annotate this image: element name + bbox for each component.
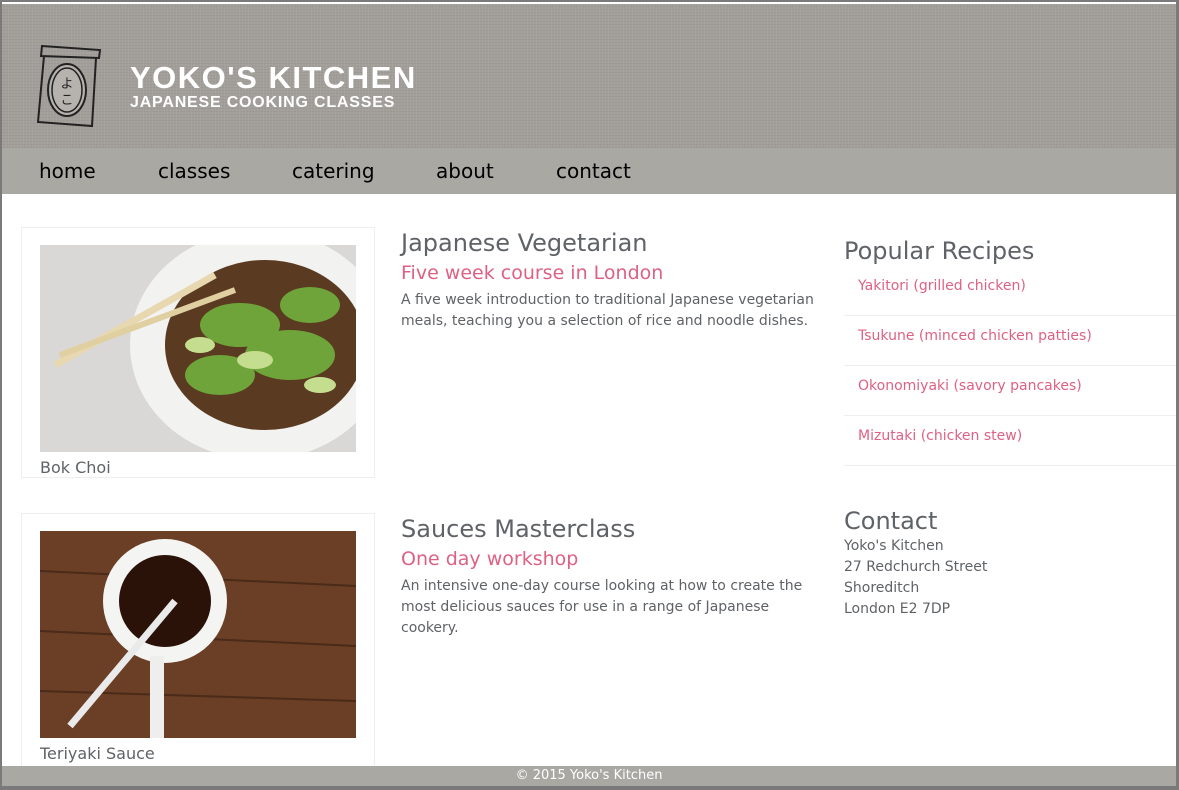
site-title: YOKO'S KITCHEN — [130, 60, 417, 95]
course-description: An intensive one-day course looking at h… — [401, 578, 803, 636]
nav-classes[interactable]: classes — [158, 159, 230, 183]
nav-about[interactable]: about — [436, 159, 494, 183]
contact-line: London E2 7DP — [844, 601, 951, 617]
site-subtitle: JAPANESE COOKING CLASSES — [130, 94, 396, 111]
popular-recipes: Popular Recipes Yakitori (grilled chicke… — [844, 236, 1176, 466]
course-title: Sauces Masterclass — [401, 515, 636, 543]
recipes-heading: Popular Recipes — [844, 237, 1035, 265]
svg-text:よ: よ — [60, 77, 73, 92]
recipe-link[interactable]: Tsukune (minced chicken patties) — [858, 328, 1092, 344]
nav-catering[interactable]: catering — [292, 159, 375, 183]
contact-section: Contact Yoko's Kitchen 27 Redchurch Stre… — [844, 506, 1176, 620]
image-caption: Bok Choi — [40, 458, 111, 477]
course-image-card: Teriyaki Sauce — [21, 513, 375, 773]
teriyaki-sauce-image — [40, 531, 356, 738]
course-subtitle: Five week course in London — [401, 262, 664, 284]
recipe-link[interactable]: Yakitori (grilled chicken) — [858, 278, 1026, 294]
footer: © 2015 Yoko's Kitchen — [2, 766, 1176, 786]
brand[interactable]: YOKO'S KITCHEN JAPANESE COOKING CLASSES — [130, 62, 417, 112]
header: よ こ YOKO'S KITCHEN JAPANESE COOKING CLAS… — [2, 4, 1176, 148]
contact-line: Yoko's Kitchen — [844, 538, 944, 554]
course-sauces-masterclass: Sauces Masterclass One day workshop An i… — [401, 515, 821, 639]
course-japanese-vegetarian: Japanese Vegetarian Five week course in … — [401, 229, 821, 332]
course-subtitle: One day workshop — [401, 548, 579, 570]
course-title: Japanese Vegetarian — [401, 229, 648, 257]
nav-home[interactable]: home — [39, 159, 96, 183]
main-nav: home classes catering about contact — [2, 148, 1176, 194]
contact-line: 27 Redchurch Street — [844, 559, 988, 575]
course-description: A five week introduction to traditional … — [401, 292, 814, 329]
list-item: Tsukune (minced chicken patties) — [844, 316, 1176, 366]
svg-text:こ: こ — [60, 93, 73, 108]
recipe-link[interactable]: Okonomiyaki (savory pancakes) — [858, 378, 1082, 394]
recipe-link[interactable]: Mizutaki (chicken stew) — [858, 428, 1022, 444]
contact-line: Shoreditch — [844, 580, 920, 596]
list-item: Mizutaki (chicken stew) — [844, 416, 1176, 466]
list-item: Yakitori (grilled chicken) — [844, 266, 1176, 316]
contact-heading: Contact — [844, 507, 938, 535]
nav-contact[interactable]: contact — [556, 159, 631, 183]
list-item: Okonomiyaki (savory pancakes) — [844, 366, 1176, 416]
logo-icon[interactable]: よ こ — [32, 42, 104, 130]
course-image-card: Bok Choi — [21, 227, 375, 478]
bok-choi-image — [40, 245, 356, 452]
image-caption: Teriyaki Sauce — [40, 744, 155, 763]
page: よ こ YOKO'S KITCHEN JAPANESE COOKING CLAS… — [0, 0, 1179, 790]
